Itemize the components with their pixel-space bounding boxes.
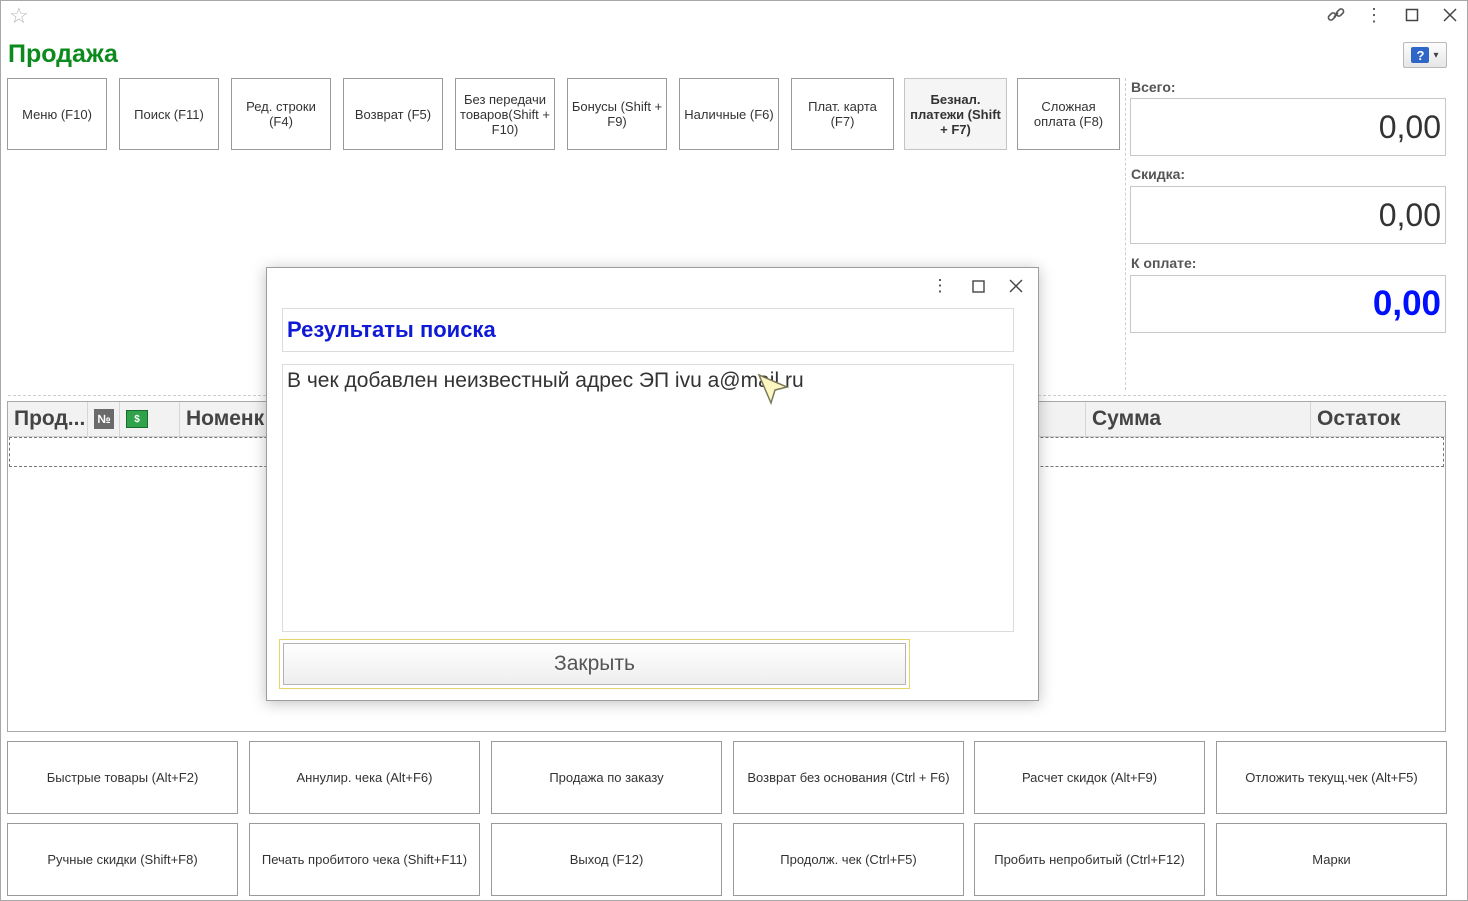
calc-discounts-button[interactable]: Расчет скидок (Alt+F9) xyxy=(974,741,1205,814)
maximize-icon[interactable] xyxy=(966,276,990,296)
card-payment-button[interactable]: Плат. карта (F7) xyxy=(791,78,894,150)
cash-button[interactable]: Наличные (F6) xyxy=(679,78,779,150)
column-header-remainder[interactable]: Остаток xyxy=(1311,402,1445,436)
total-label: Всего: xyxy=(1131,79,1176,95)
continue-receipt-button[interactable]: Продолж. чек (Ctrl+F5) xyxy=(733,823,964,896)
window-controls: ⋮ xyxy=(1326,4,1460,26)
topay-value: 0,00 xyxy=(1130,275,1446,333)
cancel-receipt-button[interactable]: Аннулир. чека (Alt+F6) xyxy=(249,741,480,814)
column-header-product[interactable]: Прод... xyxy=(8,402,88,436)
quick-goods-button[interactable]: Быстрые товары (Alt+F2) xyxy=(7,741,238,814)
number-icon: № xyxy=(94,409,114,429)
discount-label: Скидка: xyxy=(1131,166,1186,182)
column-header-number[interactable]: № xyxy=(88,402,120,436)
star-icon[interactable]: ☆ xyxy=(9,4,29,28)
focus-frame: Закрыть xyxy=(279,639,910,689)
exit-button[interactable]: Выход (F12) xyxy=(491,823,722,896)
no-transfer-button[interactable]: Без передачи товаров(Shift + F10) xyxy=(455,78,555,150)
cashless-payment-button[interactable]: Безнал. платежи (Shift + F7) xyxy=(904,78,1007,150)
search-button[interactable]: Поиск (F11) xyxy=(119,78,219,150)
sale-by-order-button[interactable]: Продажа по заказу xyxy=(491,741,722,814)
marks-button[interactable]: Марки xyxy=(1216,823,1447,896)
discount-value: 0,00 xyxy=(1130,186,1446,244)
close-icon[interactable] xyxy=(1440,4,1460,26)
cash-icon: $ xyxy=(126,410,148,428)
column-header-sum[interactable]: Сумма xyxy=(1086,402,1311,436)
more-vertical-icon[interactable]: ⋮ xyxy=(1364,4,1384,26)
total-value: 0,00 xyxy=(1130,98,1446,156)
return-button[interactable]: Возврат (F5) xyxy=(343,78,443,150)
close-icon[interactable] xyxy=(1004,276,1028,296)
print-receipt-button[interactable]: Печать пробитого чека (Shift+F11) xyxy=(249,823,480,896)
column-header-cash[interactable]: $ xyxy=(120,402,180,436)
punch-unpunched-button[interactable]: Пробить непробитый (Ctrl+F12) xyxy=(974,823,1205,896)
search-results-dialog: ⋮ Результаты поиска В чек добавлен неизв… xyxy=(266,267,1039,701)
close-button[interactable]: Закрыть xyxy=(283,643,906,685)
more-vertical-icon[interactable]: ⋮ xyxy=(928,276,952,296)
manual-discounts-button[interactable]: Ручные скидки (Shift+F8) xyxy=(7,823,238,896)
topay-label: К оплате: xyxy=(1131,255,1197,271)
help-icon: ? xyxy=(1411,47,1430,63)
chevron-down-icon: ▾ xyxy=(1433,49,1439,61)
dialog-message: В чек добавлен неизвестный адрес ЭП ivu … xyxy=(282,364,1014,632)
postpone-receipt-button[interactable]: Отложить текущ.чек (Alt+F5) xyxy=(1216,741,1447,814)
divider xyxy=(1125,78,1126,390)
maximize-icon[interactable] xyxy=(1402,4,1422,26)
edit-row-button[interactable]: Ред. строки (F4) xyxy=(231,78,331,150)
dialog-title: Результаты поиска xyxy=(282,308,1014,352)
page-title: Продажа xyxy=(8,40,118,68)
bonus-button[interactable]: Бонусы (Shift + F9) xyxy=(567,78,667,150)
help-button[interactable]: ? ▾ xyxy=(1403,42,1447,68)
return-without-basis-button[interactable]: Возврат без основания (Ctrl + F6) xyxy=(733,741,964,814)
menu-button[interactable]: Меню (F10) xyxy=(7,78,107,150)
link-icon[interactable] xyxy=(1326,4,1346,26)
complex-payment-button[interactable]: Сложная оплата (F8) xyxy=(1017,78,1120,150)
dialog-controls: ⋮ xyxy=(928,276,1028,296)
